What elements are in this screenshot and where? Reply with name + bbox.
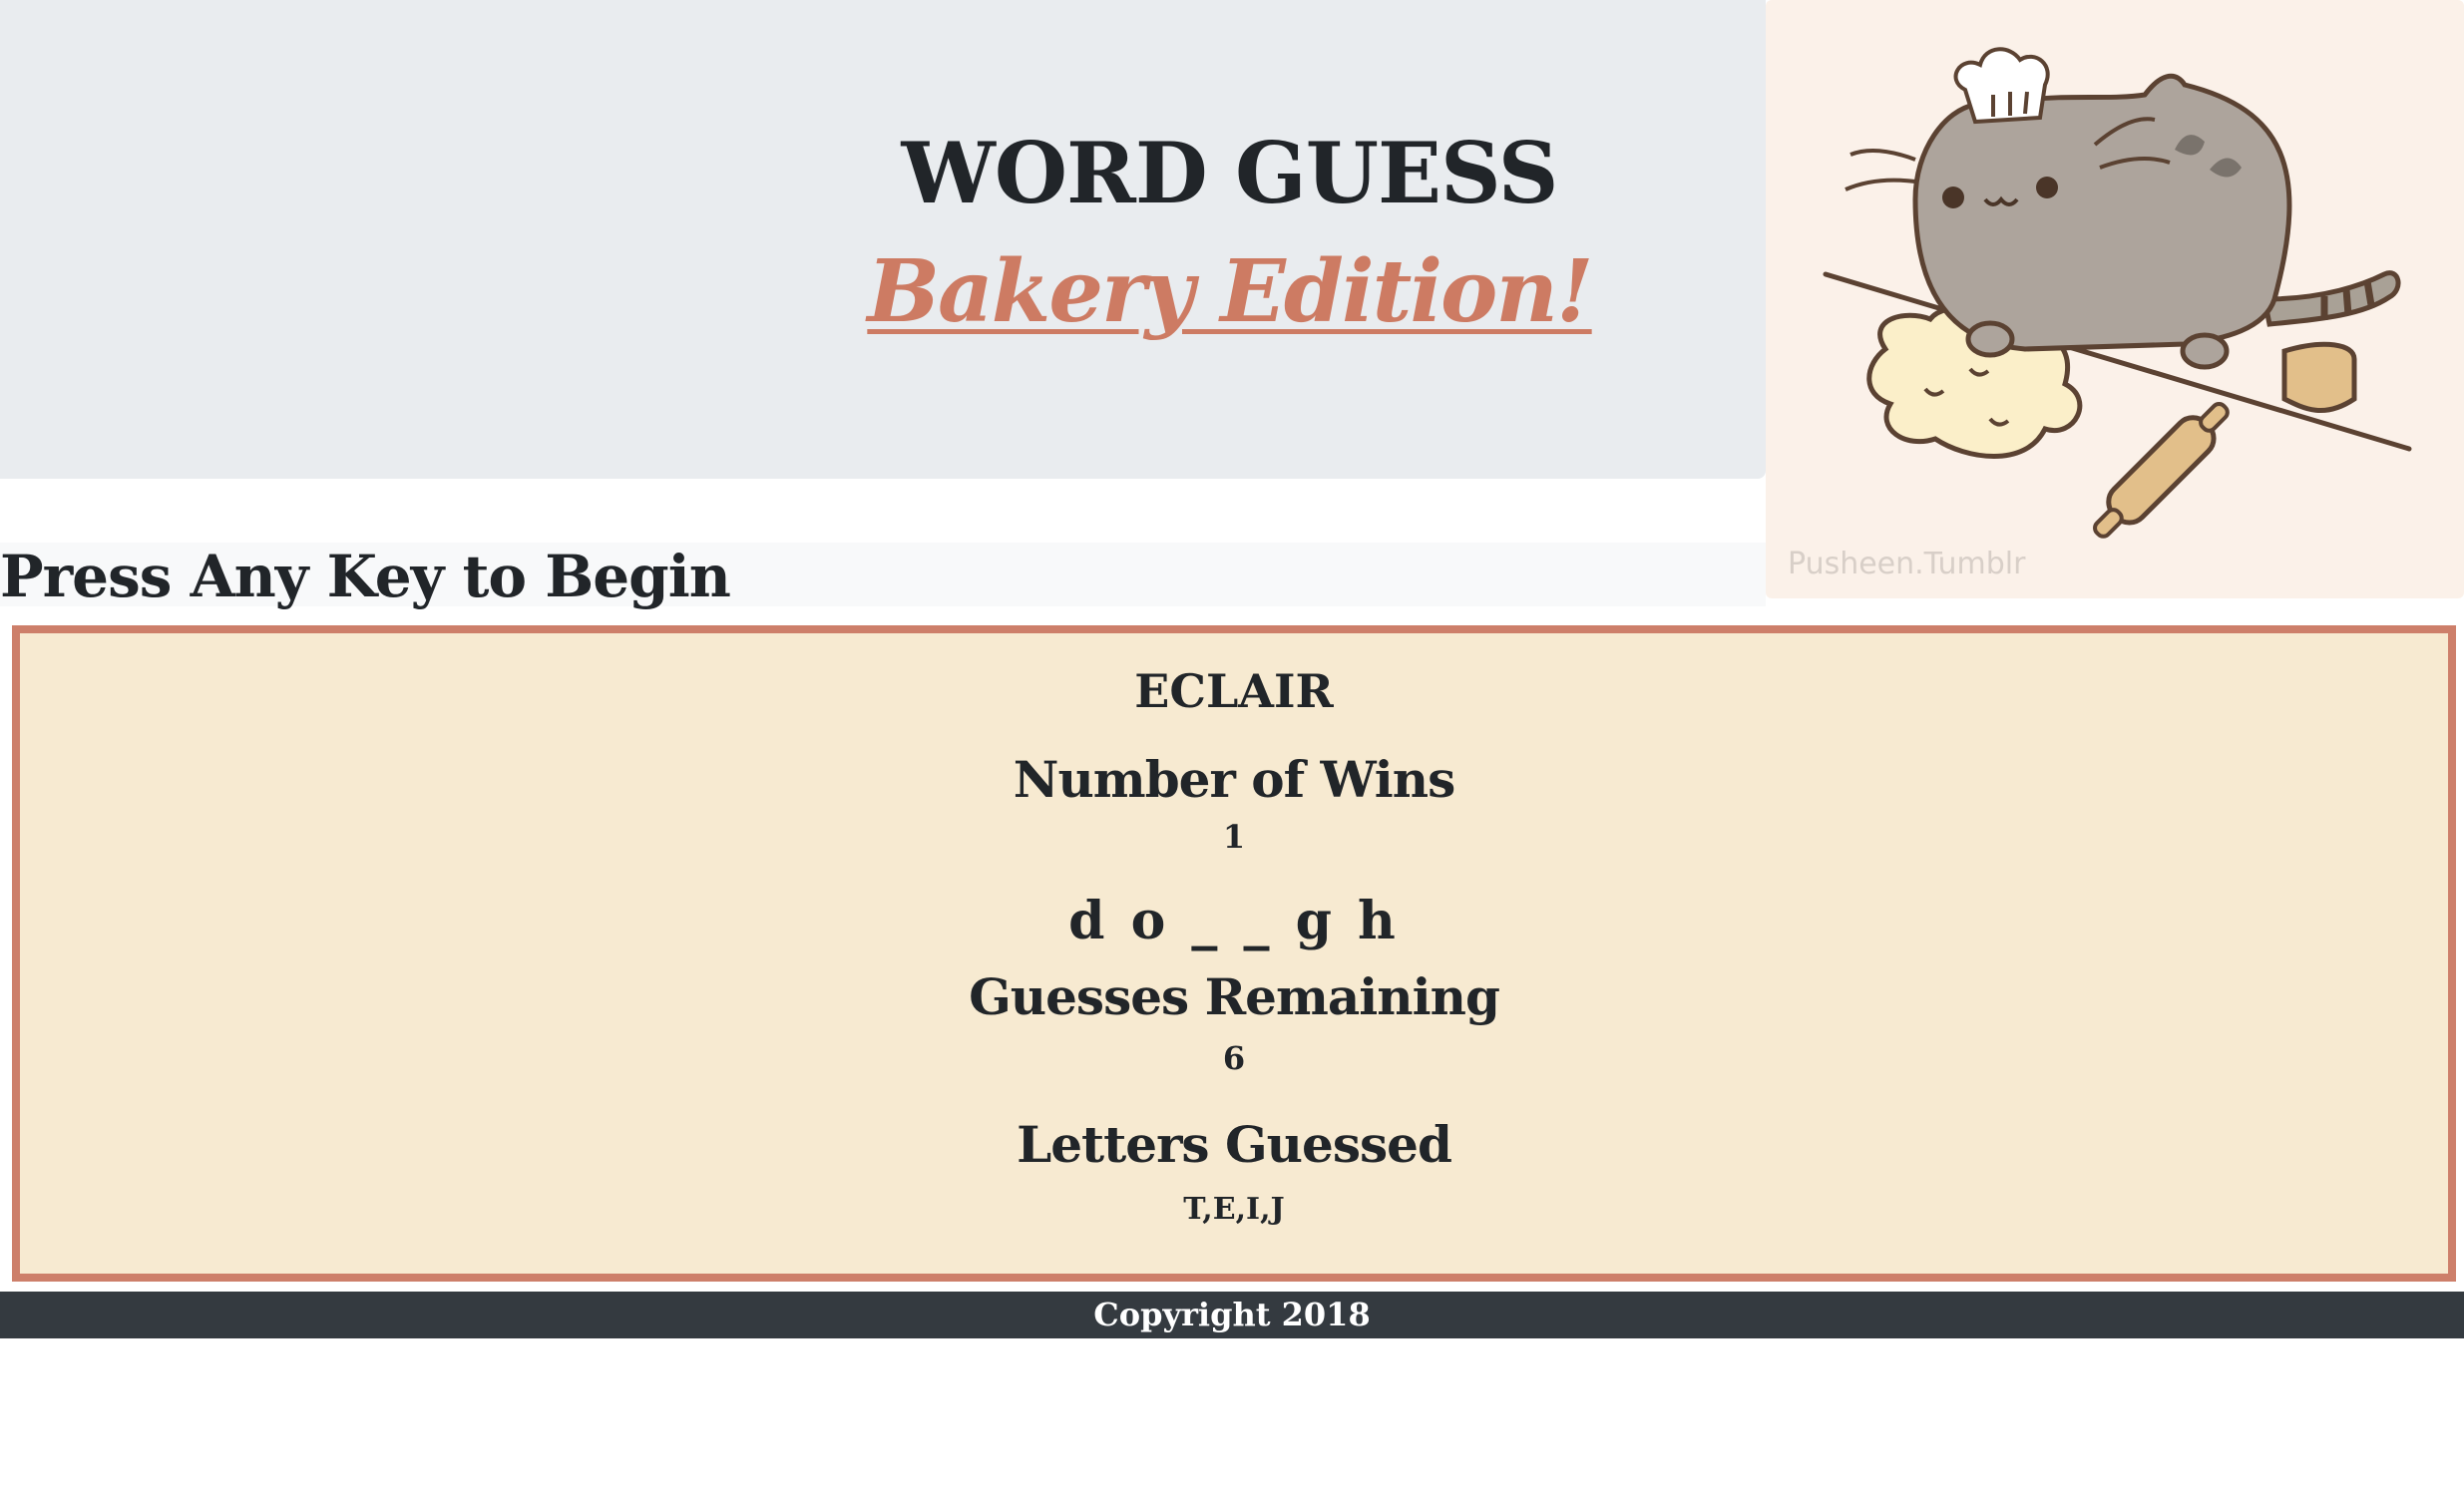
image-watermark: Pusheen.Tumblr bbox=[1788, 547, 2026, 581]
last-word: ECLAIR bbox=[1134, 664, 1334, 718]
footer: Copyright 2018 bbox=[0, 1292, 2464, 1338]
pusheen-baker-image: Pusheen.Tumblr bbox=[1766, 0, 2464, 598]
letters-guessed-value: T,E,I,J bbox=[1183, 1192, 1285, 1227]
copyright-text: Copyright 2018 bbox=[1093, 1296, 1371, 1333]
current-word-blanks: d o _ _ g h bbox=[1068, 891, 1400, 951]
start-prompt: Press Any Key to Begin bbox=[0, 543, 731, 610]
guesses-remaining-label: Guesses Remaining bbox=[969, 967, 1500, 1026]
game-panel: ECLAIR Number of Wins 1 d o _ _ g h Gues… bbox=[12, 625, 2456, 1282]
wins-label: Number of Wins bbox=[1013, 750, 1456, 809]
subtitle-text: Bakery Edition! bbox=[867, 241, 1593, 342]
wins-value: 1 bbox=[1222, 818, 1246, 856]
guesses-remaining-value: 6 bbox=[1222, 1039, 1246, 1077]
pusheen-illustration bbox=[1823, 47, 2412, 539]
letters-guessed-label: Letters Guessed bbox=[1017, 1115, 1452, 1174]
